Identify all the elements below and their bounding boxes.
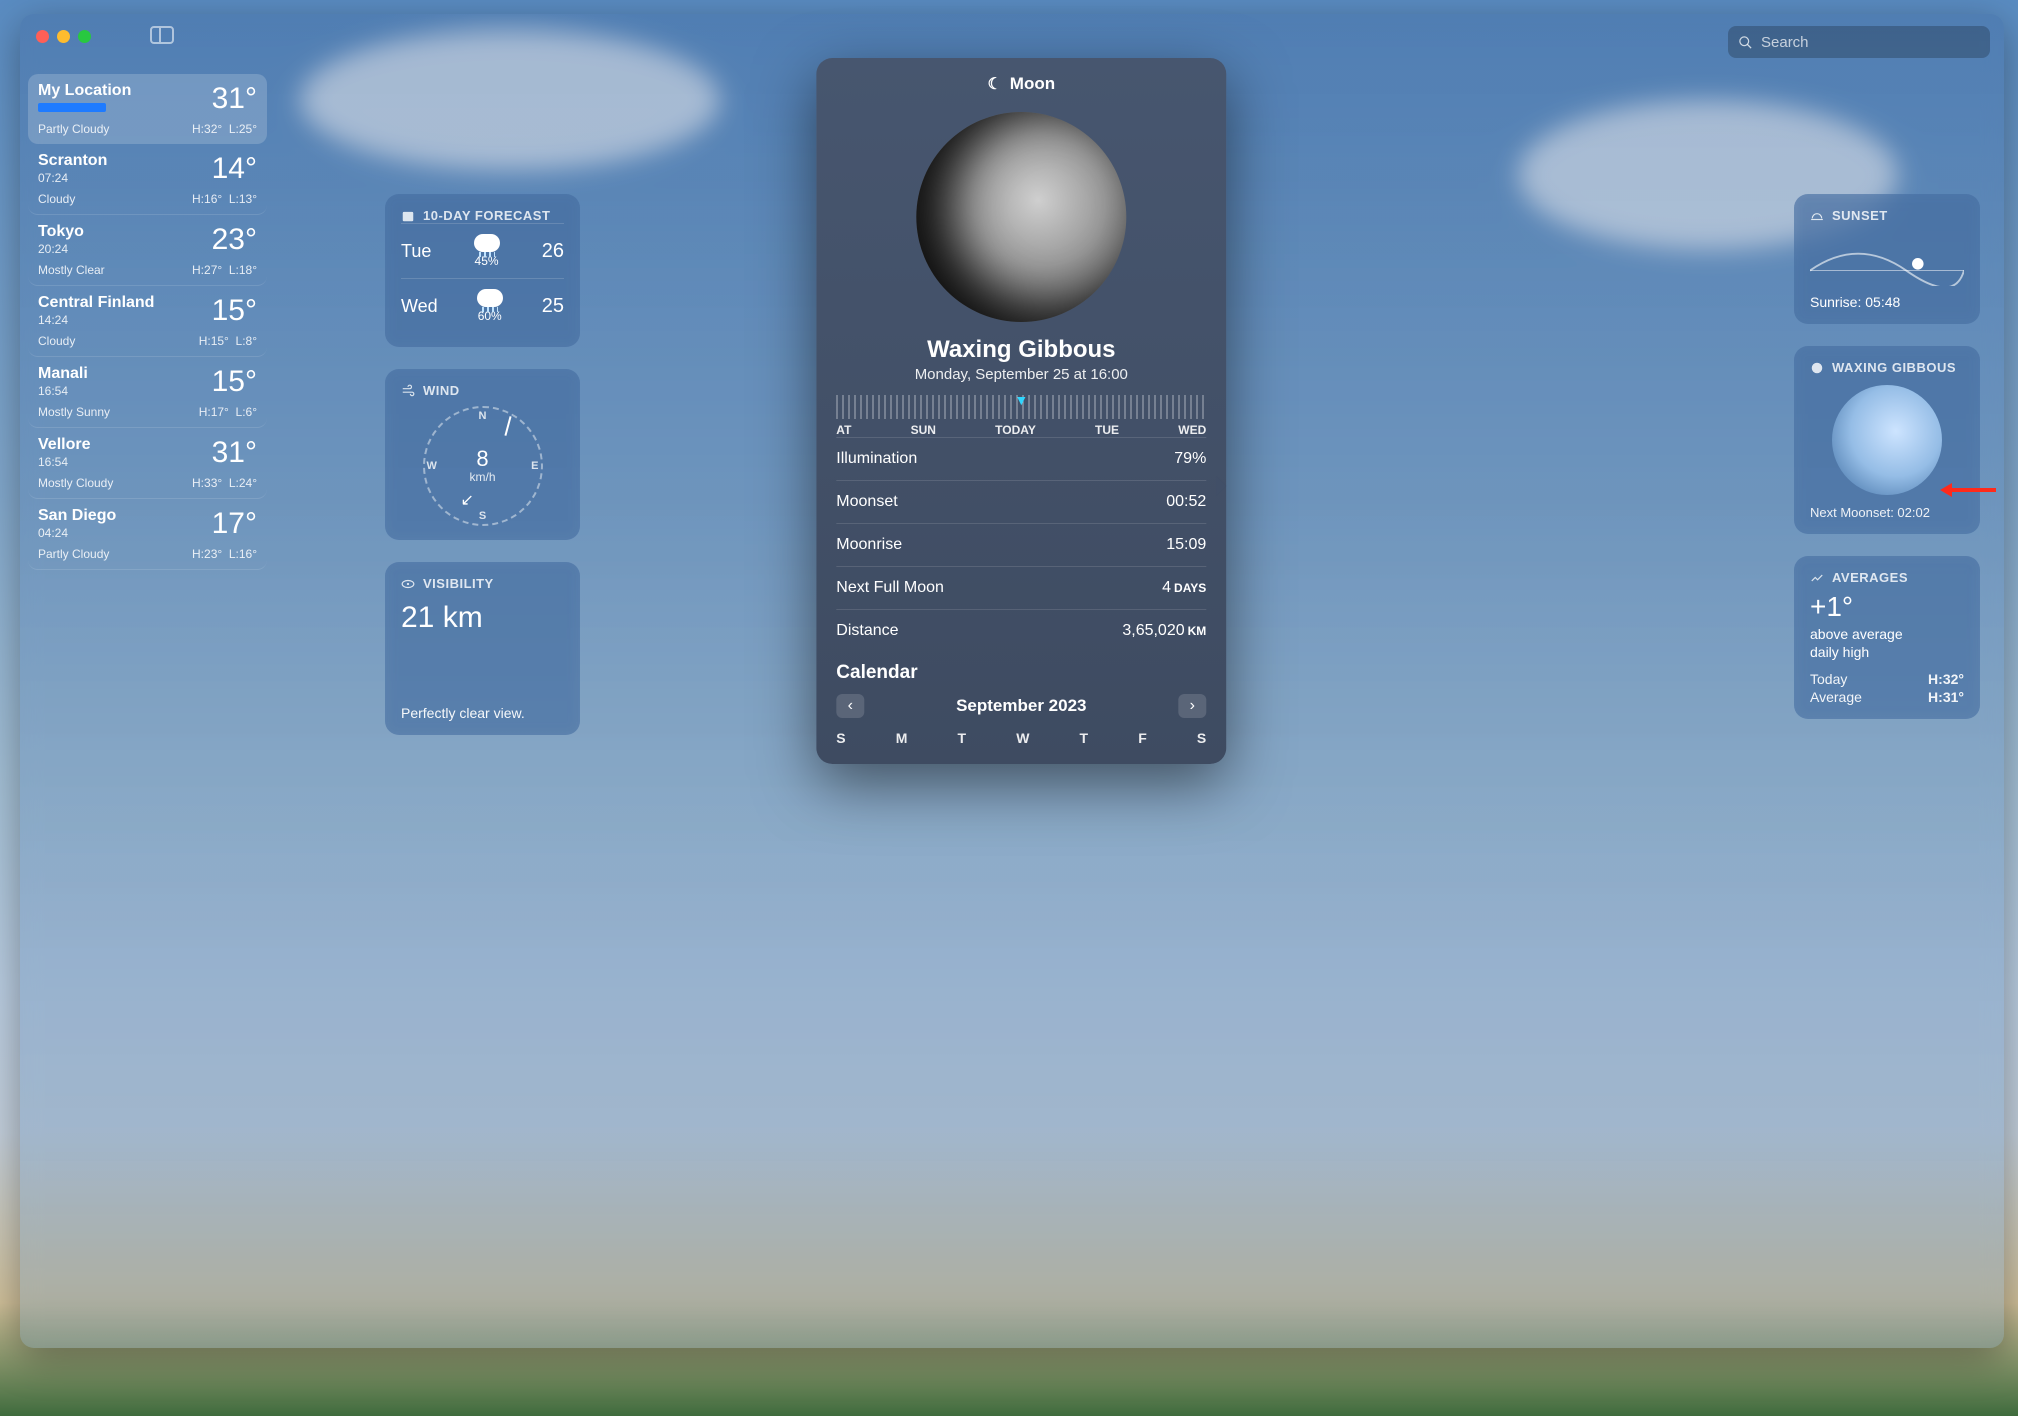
location-item[interactable]: Manali16:5415° Mostly SunnyH:17° L:6° [28, 357, 267, 428]
moon-icon: ☾ [987, 74, 1001, 94]
averages-delta: +1° [1810, 591, 1964, 623]
location-item[interactable]: San Diego04:2417° Partly CloudyH:23° L:1… [28, 499, 267, 570]
location-item[interactable]: Vellore16:5431° Mostly CloudyH:33° L:24° [28, 428, 267, 499]
rain-icon [474, 234, 500, 252]
calendar-next-button[interactable]: › [1178, 694, 1206, 718]
moon-phase-date: Monday, September 25 at 16:00 [836, 366, 1206, 383]
popover-title: Moon [1010, 74, 1055, 94]
wind-icon [401, 384, 415, 398]
location-temp: 31° [212, 82, 257, 116]
annotation-arrow-icon [1940, 474, 1996, 508]
visibility-value: 21 km [401, 601, 564, 635]
calendar-icon [401, 209, 415, 223]
location-item[interactable]: Tokyo20:2423° Mostly ClearH:27° L:18° [28, 215, 267, 286]
moon-timeline[interactable]: ▼ [836, 395, 1206, 419]
moon-stat-row: Moonset00:52 [836, 480, 1206, 523]
moon-phase-image [1832, 385, 1942, 495]
eye-icon [401, 577, 415, 591]
wind-compass: N S E W ↙ 8 km/h [423, 406, 543, 526]
location-name: My Location [38, 82, 131, 100]
location-highlight [38, 103, 106, 112]
calendar-prev-button[interactable]: ‹ [836, 694, 864, 718]
timeline-labels: AT SUN TODAY TUE WED [836, 423, 1206, 437]
sunrise-time: Sunrise: 05:48 [1810, 294, 1964, 310]
timeline-marker-icon: ▼ [1014, 392, 1028, 408]
moon-phase-name: Waxing Gibbous [836, 336, 1206, 364]
location-item[interactable]: Central Finland14:2415° CloudyH:15° L:8° [28, 286, 267, 357]
forecast-card[interactable]: 10-DAY FORECAST Tue 45% 26 Wed 60% 25 [385, 194, 580, 347]
maximize-button[interactable] [78, 30, 91, 43]
moon-popover: ☾ Moon Waxing Gibbous Monday, September … [816, 58, 1226, 764]
chart-icon [1810, 571, 1824, 585]
chevron-right-icon: › [1190, 697, 1195, 715]
calendar-weekdays: SMTWTFS [836, 730, 1206, 746]
location-condition: Partly Cloudy [38, 122, 109, 136]
location-item[interactable]: Scranton 07:24 14° CloudyH:16° L:13° [28, 144, 267, 215]
visibility-description: Perfectly clear view. [401, 705, 564, 721]
sunset-icon [1810, 209, 1824, 223]
moon-image [916, 112, 1126, 322]
moon-stat-row: Moonrise15:09 [836, 523, 1206, 566]
sunset-card[interactable]: SUNSET Sunrise: 05:48 [1794, 194, 1980, 324]
wind-arrow-icon: ↙ [461, 490, 474, 510]
toggle-sidebar-button[interactable] [150, 26, 174, 44]
moon-stat-row: Illumination79% [836, 437, 1206, 480]
minimize-button[interactable] [57, 30, 70, 43]
sunset-graph [1810, 231, 1964, 286]
wind-card[interactable]: WIND N S E W ↙ 8 km/h [385, 369, 580, 540]
window-controls [36, 30, 91, 43]
moon-stat-row: Distance3,65,020KM [836, 609, 1206, 652]
moon-stat-row: Next Full Moon4DAYS [836, 566, 1206, 609]
moon-icon [1810, 361, 1824, 375]
locations-sidebar: My Location 31° Partly Cloudy H:32° L:25… [20, 14, 275, 1348]
rain-icon [477, 289, 503, 307]
close-button[interactable] [36, 30, 49, 43]
visibility-card[interactable]: VISIBILITY 21 km Perfectly clear view. [385, 562, 580, 735]
chevron-left-icon: ‹ [848, 697, 853, 715]
forecast-row: Tue 45% 26 [401, 223, 564, 278]
calendar-month: September 2023 [956, 696, 1086, 716]
averages-card[interactable]: AVERAGES +1° above averagedaily high Tod… [1794, 556, 1980, 719]
forecast-row: Wed 60% 25 [401, 278, 564, 333]
location-item-my-location[interactable]: My Location 31° Partly Cloudy H:32° L:25… [28, 74, 267, 144]
calendar-heading: Calendar [836, 662, 1206, 684]
